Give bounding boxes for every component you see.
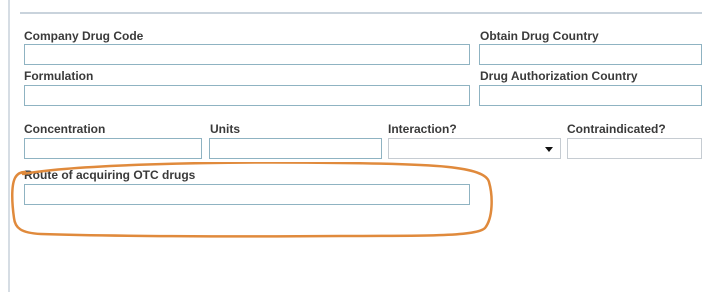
route-of-acquiring-field[interactable] (24, 184, 470, 205)
interaction-dropdown[interactable] (388, 138, 561, 159)
route-of-acquiring-label: Route of acquiring OTC drugs (24, 168, 196, 182)
contraindicated-dropdown[interactable] (567, 138, 702, 159)
page-left-edge (8, 0, 10, 292)
interaction-label: Interaction? (388, 122, 457, 136)
section-divider (20, 12, 702, 14)
formulation-field[interactable] (24, 85, 470, 106)
concentration-field[interactable] (24, 138, 202, 159)
company-drug-code-field[interactable] (24, 44, 470, 65)
drug-authorization-country-label: Drug Authorization Country (480, 69, 638, 83)
contraindicated-label: Contraindicated? (567, 122, 666, 136)
drug-authorization-country-field[interactable] (479, 85, 702, 106)
company-drug-code-label: Company Drug Code (24, 29, 144, 43)
concentration-label: Concentration (24, 122, 106, 136)
units-label: Units (210, 122, 240, 136)
chevron-down-icon[interactable] (545, 147, 553, 152)
formulation-label: Formulation (24, 69, 94, 83)
obtain-drug-country-field[interactable] (479, 44, 702, 65)
units-field[interactable] (209, 138, 382, 159)
obtain-drug-country-label: Obtain Drug Country (480, 29, 599, 43)
